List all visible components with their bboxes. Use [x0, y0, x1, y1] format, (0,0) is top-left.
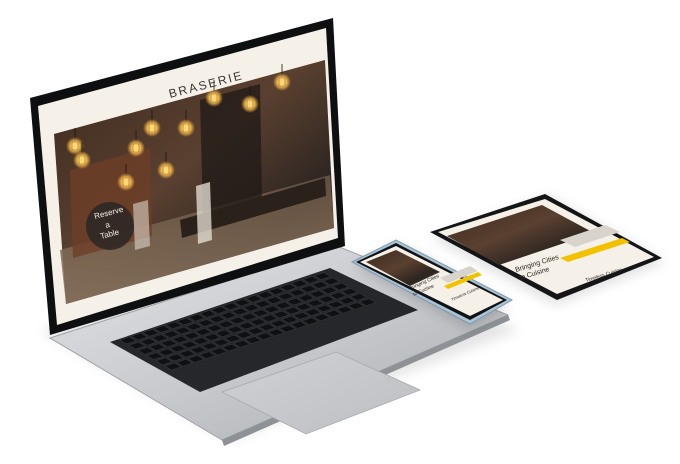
lamp-bulb	[78, 155, 86, 165]
reserve-table-button[interactable]: Reserve a Table	[86, 202, 134, 250]
lamp-bulb	[132, 143, 140, 153]
hero-glass-pane	[133, 200, 150, 250]
lamp-bulb	[122, 177, 130, 187]
lamp-bulb	[210, 93, 218, 103]
device-mockup-scene: BRASERIE Reserve a Table Bringing Cities…	[0, 0, 680, 464]
hero-glass-pane	[196, 182, 212, 244]
lamp-bulb	[246, 99, 254, 109]
mockup-svg: BRASERIE Reserve a Table Bringing Cities…	[30, 18, 665, 446]
lamp-bulb	[278, 77, 286, 87]
lamp-bulb	[71, 141, 79, 151]
lamp-bulb	[148, 123, 156, 133]
lamp-bulb	[182, 123, 190, 133]
lamp-bulb	[162, 165, 170, 175]
